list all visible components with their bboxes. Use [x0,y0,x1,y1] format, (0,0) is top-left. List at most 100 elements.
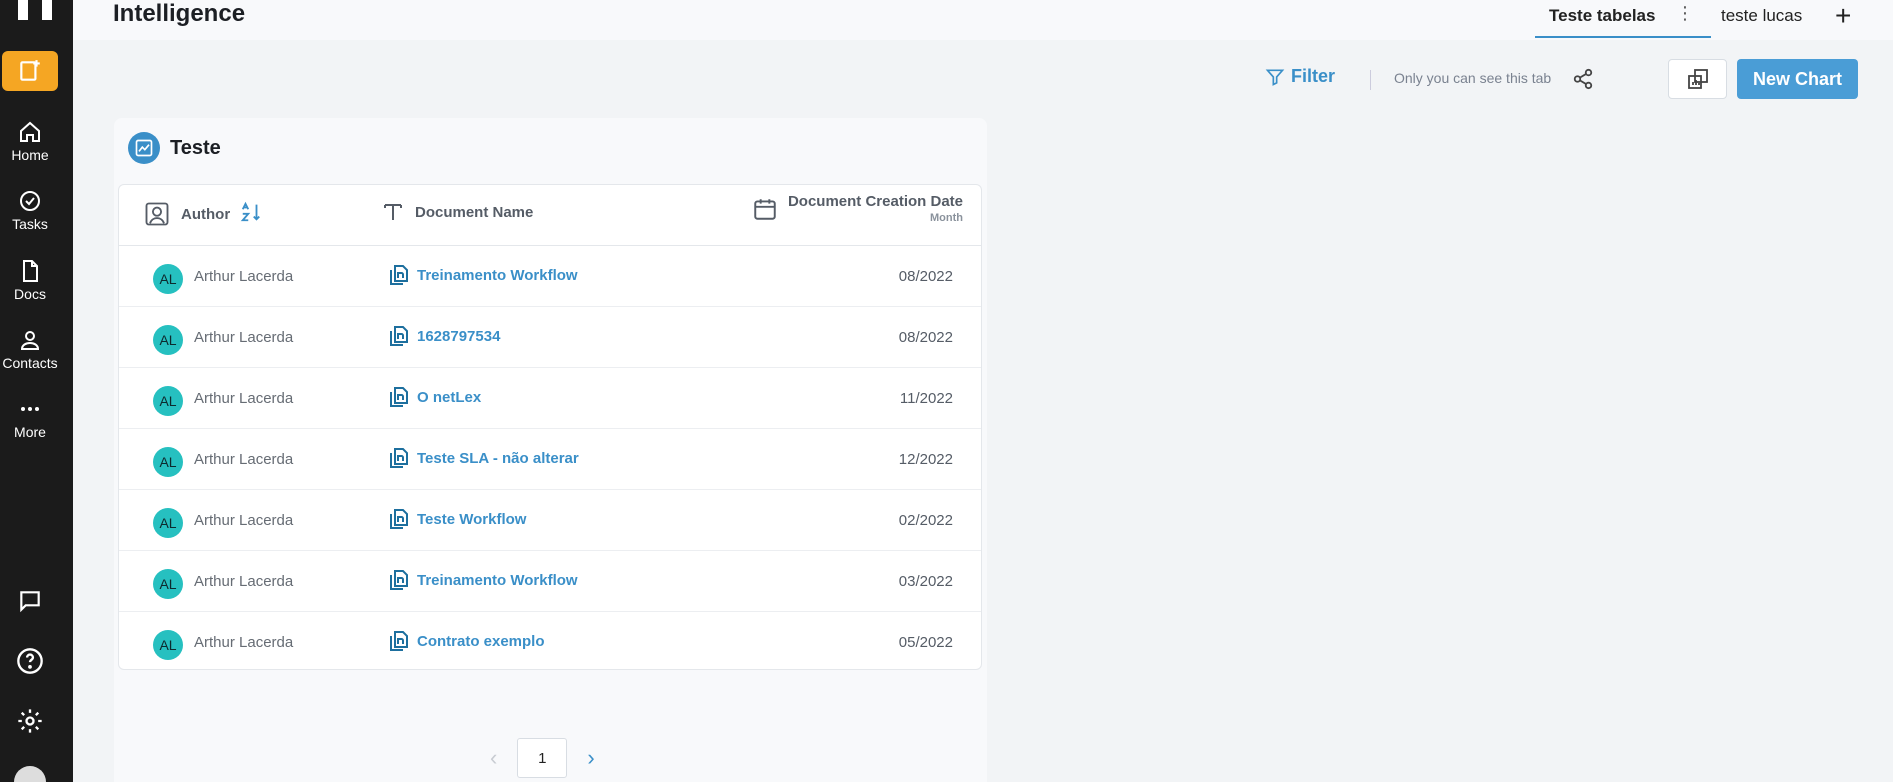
settings-button[interactable] [15,706,45,736]
table-row: AL Arthur Lacerda 1628797534 08/2022 [119,307,981,368]
page-title: Intelligence [113,0,246,27]
document-link[interactable]: Teste Workflow [389,508,526,530]
avatar: AL [153,630,183,660]
brand-logo [18,0,54,20]
document-link[interactable]: Teste SLA - não alterar [389,447,579,469]
help-icon [17,648,43,674]
person-badge-icon [145,202,169,226]
document-link[interactable]: Treinamento Workflow [389,264,578,286]
author-name: Arthur Lacerda [194,512,294,529]
share-button[interactable] [1572,68,1594,95]
author-name: Arthur Lacerda [194,329,294,346]
toolbar-divider [1370,70,1371,90]
sidebar-item-contacts[interactable]: Contacts [0,328,60,371]
creation-date: 08/2022 [898,329,953,346]
avatar: AL [153,569,183,599]
avatar: AL [153,447,183,477]
sidebar-item-more[interactable]: More [0,397,60,440]
document-link[interactable]: Contrato exemplo [389,630,545,652]
creation-date: 05/2022 [898,634,953,651]
netlex-document-icon [390,631,408,651]
dashboard-layout-button[interactable] [1668,59,1727,99]
new-document-button[interactable] [2,51,58,91]
card-header: Teste [128,132,221,164]
document-name: O netLex [417,388,482,406]
visibility-note: Only you can see this tab [1394,70,1552,86]
creation-date: 08/2022 [898,268,953,285]
sidebar-item-tasks[interactable]: Tasks [0,189,60,232]
author-name: Arthur Lacerda [194,268,294,285]
current-page[interactable]: 1 [517,738,568,778]
tab-menu-icon[interactable]: ⋮ [1676,3,1694,24]
sidebar-item-home[interactable]: Home [0,120,60,163]
text-type-icon [384,204,402,220]
creation-date: 12/2022 [898,451,953,468]
add-tab-button[interactable]: + [1835,0,1851,32]
sort-az-icon[interactable] [240,201,262,227]
share-icon [1573,68,1593,90]
table-body: AL Arthur Lacerda Treinamento Workflow 0… [119,246,981,669]
netlex-document-icon [390,509,408,529]
creation-date: 03/2022 [898,573,953,590]
top-bar: Intelligence Teste tabelas ⋮ teste lucas… [73,0,1893,40]
avatar: AL [153,264,183,294]
card-title: Teste [170,136,221,159]
author-name: Arthur Lacerda [194,573,294,590]
table-row: AL Arthur Lacerda Teste SLA - não altera… [119,429,981,490]
avatar: AL [153,325,183,355]
creation-date: 11/2022 [899,390,953,407]
check-circle-icon [20,191,40,211]
tab-teste-tabelas[interactable]: Teste tabelas [1549,6,1655,26]
column-author[interactable]: Author [143,200,262,228]
document-name: Treinamento Workflow [417,266,578,284]
document-link[interactable]: Treinamento Workflow [389,569,578,591]
pagination: ‹ 1 › [490,738,595,778]
document-name: 1628797534 [417,327,501,345]
active-tab-indicator [1535,36,1711,38]
next-page-button[interactable]: › [587,745,594,771]
user-avatar[interactable] [14,766,46,782]
more-dots-icon [21,407,39,411]
document-link[interactable]: O netLex [389,386,481,408]
author-name: Arthur Lacerda [194,451,294,468]
sidebar-item-label: Home [11,147,49,163]
new-chart-button[interactable]: New Chart [1737,59,1858,99]
sidebar: Home Tasks Docs Contacts More [0,0,73,782]
data-table: Author Document Name Document Creation D… [118,184,982,670]
sidebar-item-label: Contacts [2,355,58,371]
author-name: Arthur Lacerda [194,634,294,651]
dashboard-layout-icon [1687,69,1708,89]
column-document-name-label: Document Name [415,203,534,221]
tab-teste-lucas[interactable]: teste lucas [1721,6,1802,26]
person-icon [20,331,40,350]
chat-button[interactable] [15,586,45,616]
document-name: Teste Workflow [417,510,527,528]
column-creation-date[interactable]: Document Creation Date Month [752,193,963,224]
document-name: Treinamento Workflow [417,571,578,589]
table-row: AL Arthur Lacerda Treinamento Workflow 0… [119,551,981,612]
netlex-document-icon [390,448,408,468]
document-name: Teste SLA - não alterar [417,449,579,467]
calendar-icon [754,198,776,220]
table-row: AL Arthur Lacerda O netLex 11/2022 [119,368,981,429]
column-creation-date-granularity: Month [930,212,963,224]
column-document-name[interactable]: Document Name [381,200,533,224]
previous-page-button[interactable]: ‹ [490,745,497,771]
avatar: AL [153,386,183,416]
document-link[interactable]: 1628797534 [389,325,500,347]
help-button[interactable] [15,646,45,676]
netlex-document-icon [390,326,408,346]
avatar: AL [153,508,183,538]
sidebar-item-label: More [14,424,46,440]
chat-icon [20,591,40,613]
document-name: Contrato exemplo [417,632,545,650]
sidebar-item-label: Tasks [12,216,48,232]
home-icon [20,121,40,142]
line-chart-icon [128,132,160,164]
column-creation-date-label: Document Creation Date [787,193,963,210]
netlex-document-icon [390,387,408,407]
new-document-icon [20,60,40,81]
sidebar-item-docs[interactable]: Docs [0,259,60,302]
filter-button[interactable]: Filter [1265,66,1335,87]
creation-date: 02/2022 [898,512,953,529]
